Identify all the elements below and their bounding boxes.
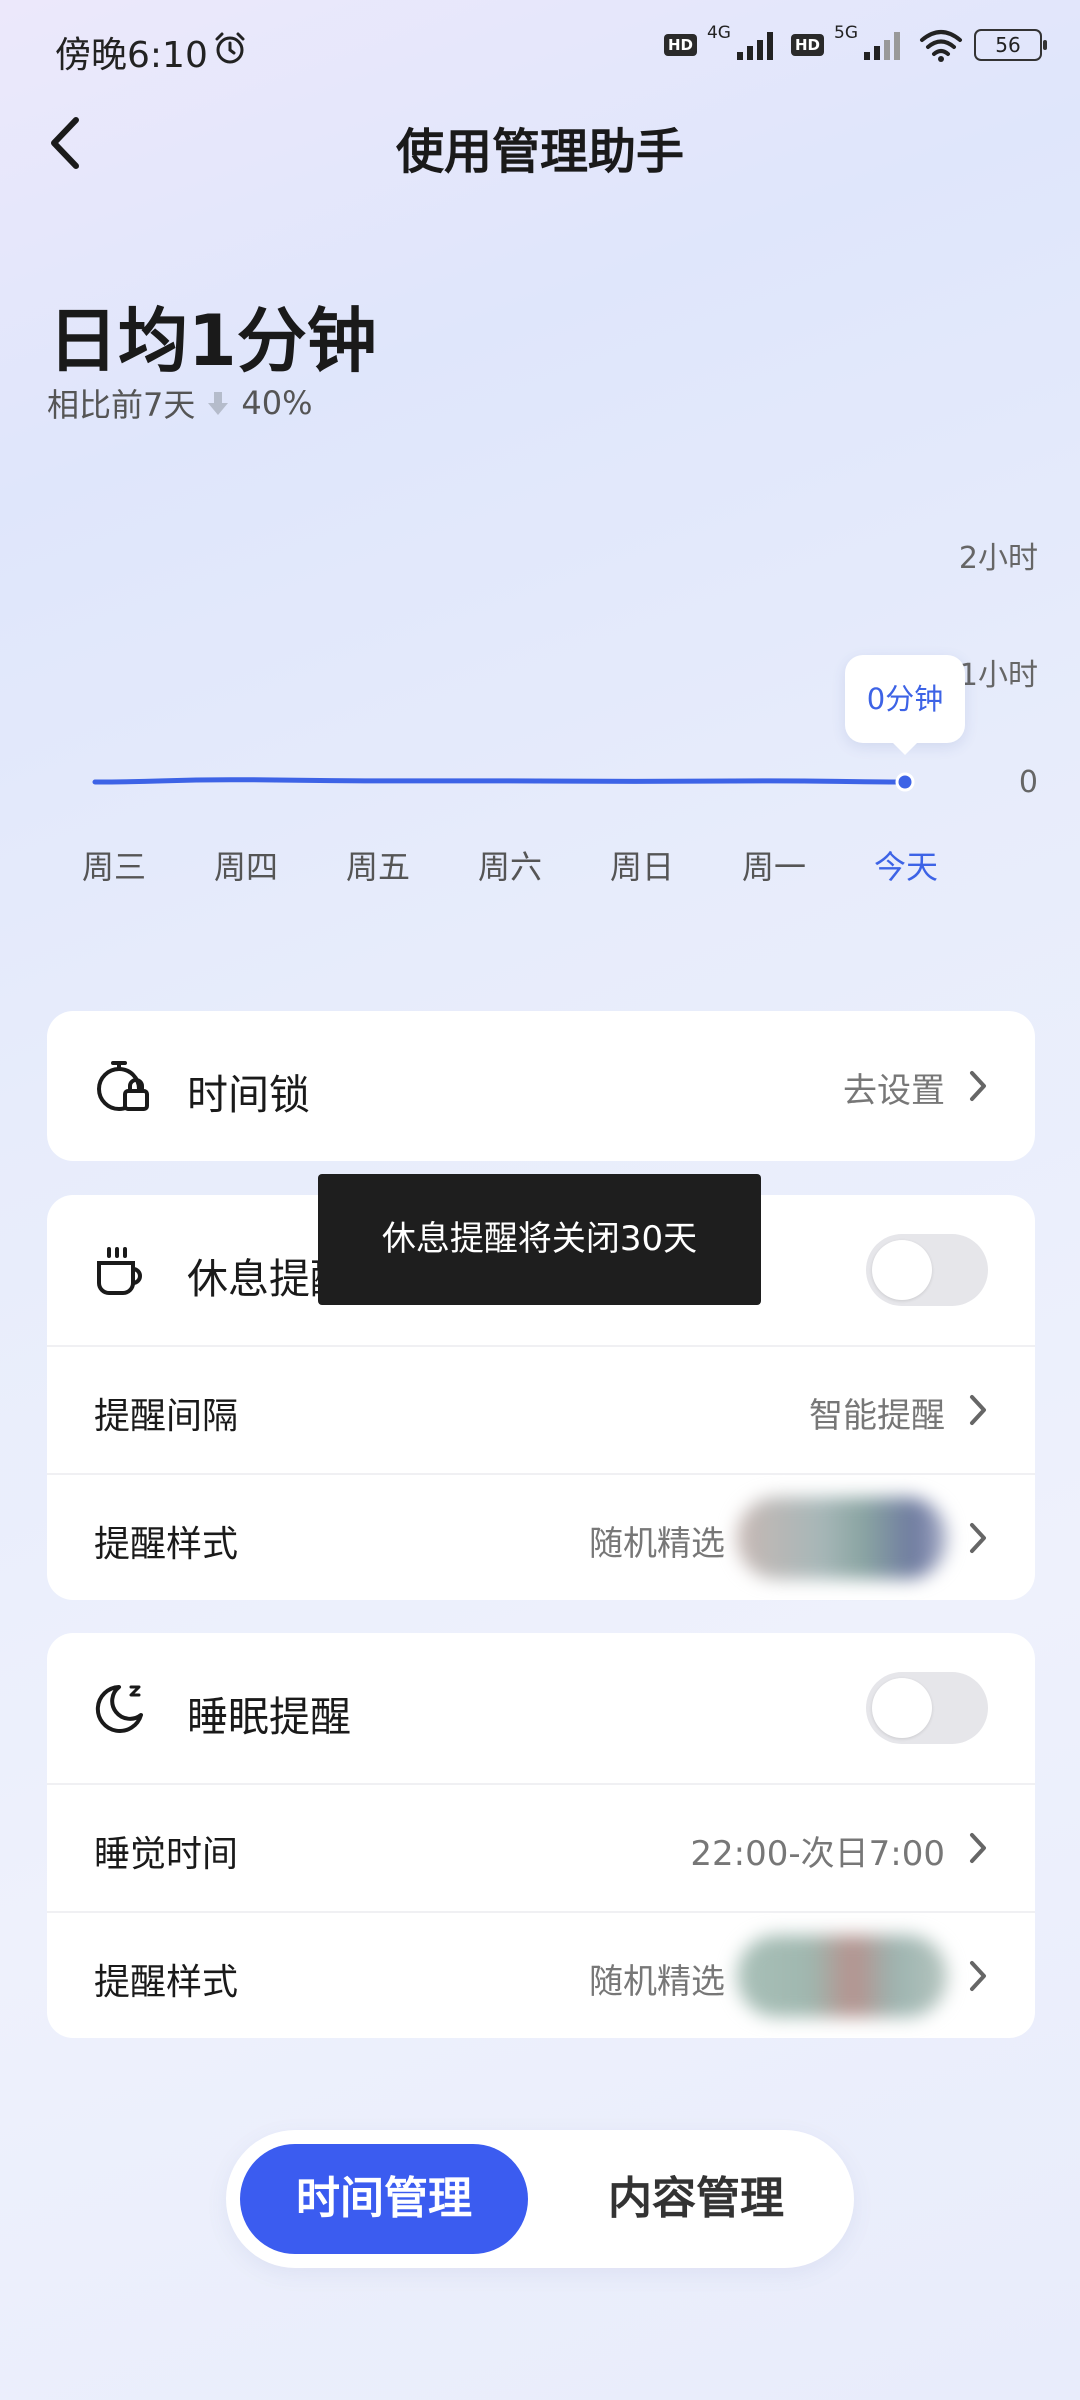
reminder-style-row[interactable]: 提醒样式 随机精选 [47,1475,1035,1600]
chevron-right-icon [970,1395,986,1425]
sleep-reminder-style-label: 提醒样式 [94,1962,239,2003]
y-tick-label: 0 [1018,765,1038,800]
time-lock-value[interactable]: 去设置 [843,1063,945,1112]
x-tick-label[interactable]: 周一 [724,842,824,888]
toggle-knob [872,1240,932,1300]
chevron-right-icon [970,1523,986,1553]
reminder-interval-label: 提醒间隔 [94,1396,239,1437]
chevron-right-icon [970,1071,986,1101]
toggle-knob [872,1678,932,1738]
signal-icon [864,32,900,60]
y-tick-label: 2小时 [958,541,1038,576]
arrow-down-icon [208,392,229,415]
sleep-reminder-title: 睡眠提醒 [187,1693,351,1741]
comparison-value: 40% [241,384,313,422]
x-tick-label[interactable]: 周日 [592,842,692,888]
sleep-reminder-toggle[interactable] [866,1672,988,1744]
sleep-reminder-style-row[interactable]: 提醒样式 随机精选 [47,1913,1035,2038]
data-point-6 [895,772,915,792]
sleep-reminder-style-value: 随机精选 [589,1962,725,2002]
chevron-right-icon [970,1961,986,1991]
tab-content-management[interactable]: 内容管理 [556,2144,836,2254]
tab-time-management[interactable]: 时间管理 [240,2144,528,2254]
page-title: 使用管理助手 [395,124,684,180]
hd-badge: HD [663,34,697,56]
signal-icon [736,32,773,60]
x-tick-label[interactable]: 周三 [64,842,164,888]
bottom-tab-switcher: 时间管理 内容管理 [226,2130,854,2268]
daily-average-title: 日均1分钟 [48,300,377,382]
coffee-cup-icon [97,1247,142,1295]
x-tick-label[interactable]: 周六 [460,842,560,888]
reminder-style-label: 提醒样式 [94,1524,239,1565]
alarm-icon [215,32,245,64]
moon-sleep-icon [95,1685,143,1733]
wifi-icon [920,30,962,62]
bedtime-value: 22:00-次日7:00 [690,1834,945,1874]
reminder-interval-row[interactable]: 提醒间隔 智能提醒 [47,1347,1035,1473]
reminder-interval-value: 智能提醒 [809,1396,945,1436]
time-lock-card[interactable]: 时间锁 去设置 [47,1011,1035,1161]
style-preview-thumbnails [737,1497,947,1579]
rest-reminder-toggle[interactable] [866,1234,988,1306]
bedtime-label: 睡觉时间 [94,1834,239,1875]
x-tick-label[interactable]: 周五 [328,842,428,888]
comparison-row: 相比前7天 40% [47,380,313,426]
sleep-reminder-row: 睡眠提醒 [47,1633,1035,1783]
reminder-style-value: 随机精选 [589,1524,725,1564]
comparison-label: 相比前7天 [47,386,196,424]
x-tick-label-today[interactable]: 今天 [856,842,956,888]
hd-badge: HD [790,34,824,56]
style-preview-thumbnails [737,1935,947,2017]
timer-lock-icon [97,1061,149,1111]
x-tick-label[interactable]: 周四 [196,842,296,888]
status-indicators: HD 4G HD 5G 56 [663,23,1047,62]
network-type: 5G [834,23,858,43]
status-time: 傍晚6:10 [55,35,208,76]
chevron-right-icon [970,1833,986,1863]
sleep-reminder-card: 睡眠提醒 睡觉时间 22:00-次日7:00 提醒样式 随机精选 [47,1633,1035,2038]
battery-indicator: 56 [974,29,1047,61]
time-lock-title: 时间锁 [187,1071,310,1119]
y-tick-label: 1小时 [958,658,1038,693]
usage-series-line [92,777,908,785]
bedtime-row[interactable]: 睡觉时间 22:00-次日7:00 [47,1785,1035,1911]
toast-message: 休息提醒将关闭30天 [318,1174,761,1305]
chart-tooltip: 0分钟 [845,655,965,755]
network-type: 4G [706,23,731,43]
